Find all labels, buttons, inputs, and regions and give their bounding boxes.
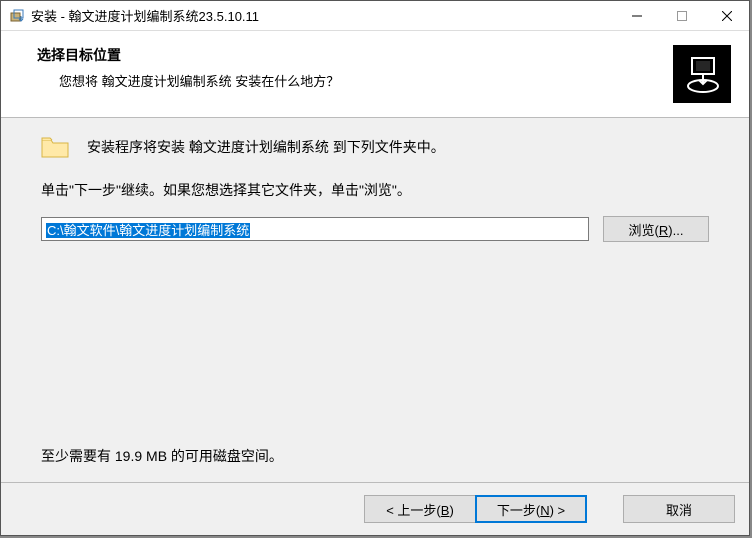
header-text: 选择目标位置 您想将 翰文进度计划编制系统 安装在什么地方？: [37, 45, 663, 90]
close-button[interactable]: [704, 1, 749, 31]
page-subtitle: 您想将 翰文进度计划编制系统 安装在什么地方？: [37, 71, 663, 90]
intro-text: 安装程序将安装 翰文进度计划编制系统 到下列文件夹中。: [87, 137, 445, 157]
maximize-button: [659, 1, 704, 31]
hint-text: 单击"下一步"继续。如果您想选择其它文件夹，单击"浏览"。: [41, 180, 709, 200]
installer-icon: [9, 8, 25, 24]
folder-icon: [41, 136, 69, 158]
browse-button[interactable]: 浏览(R)...: [603, 216, 709, 242]
wizard-header: 选择目标位置 您想将 翰文进度计划编制系统 安装在什么地方？: [1, 31, 749, 118]
titlebar: 安装 - 翰文进度计划编制系统23.5.10.11: [1, 1, 749, 31]
back-button[interactable]: < 上一步(B): [364, 495, 476, 523]
window-controls: [614, 1, 749, 31]
install-path-value: C:\翰文软件\翰文进度计划编制系统: [46, 223, 250, 238]
path-row: C:\翰文软件\翰文进度计划编制系统 浏览(R)...: [41, 216, 709, 242]
body-spacer: [41, 242, 709, 446]
wizard-footer: < 上一步(B) 下一步(N) > 取消: [1, 482, 749, 535]
intro-row: 安装程序将安装 翰文进度计划编制系统 到下列文件夹中。: [41, 136, 709, 158]
wizard-body: 安装程序将安装 翰文进度计划编制系统 到下列文件夹中。 单击"下一步"继续。如果…: [1, 118, 749, 482]
installer-window: 安装 - 翰文进度计划编制系统23.5.10.11 选择目标位置 您想将 翰文进…: [0, 0, 750, 536]
next-button[interactable]: 下一步(N) >: [475, 495, 587, 523]
page-title: 选择目标位置: [37, 45, 663, 65]
cancel-button[interactable]: 取消: [623, 495, 735, 523]
install-path-input[interactable]: C:\翰文软件\翰文进度计划编制系统: [41, 217, 589, 241]
window-title: 安装 - 翰文进度计划编制系统23.5.10.11: [31, 6, 614, 25]
wizard-logo: [673, 45, 731, 103]
minimize-button[interactable]: [614, 1, 659, 31]
disk-space-text: 至少需要有 19.9 MB 的可用磁盘空间。: [41, 446, 709, 466]
